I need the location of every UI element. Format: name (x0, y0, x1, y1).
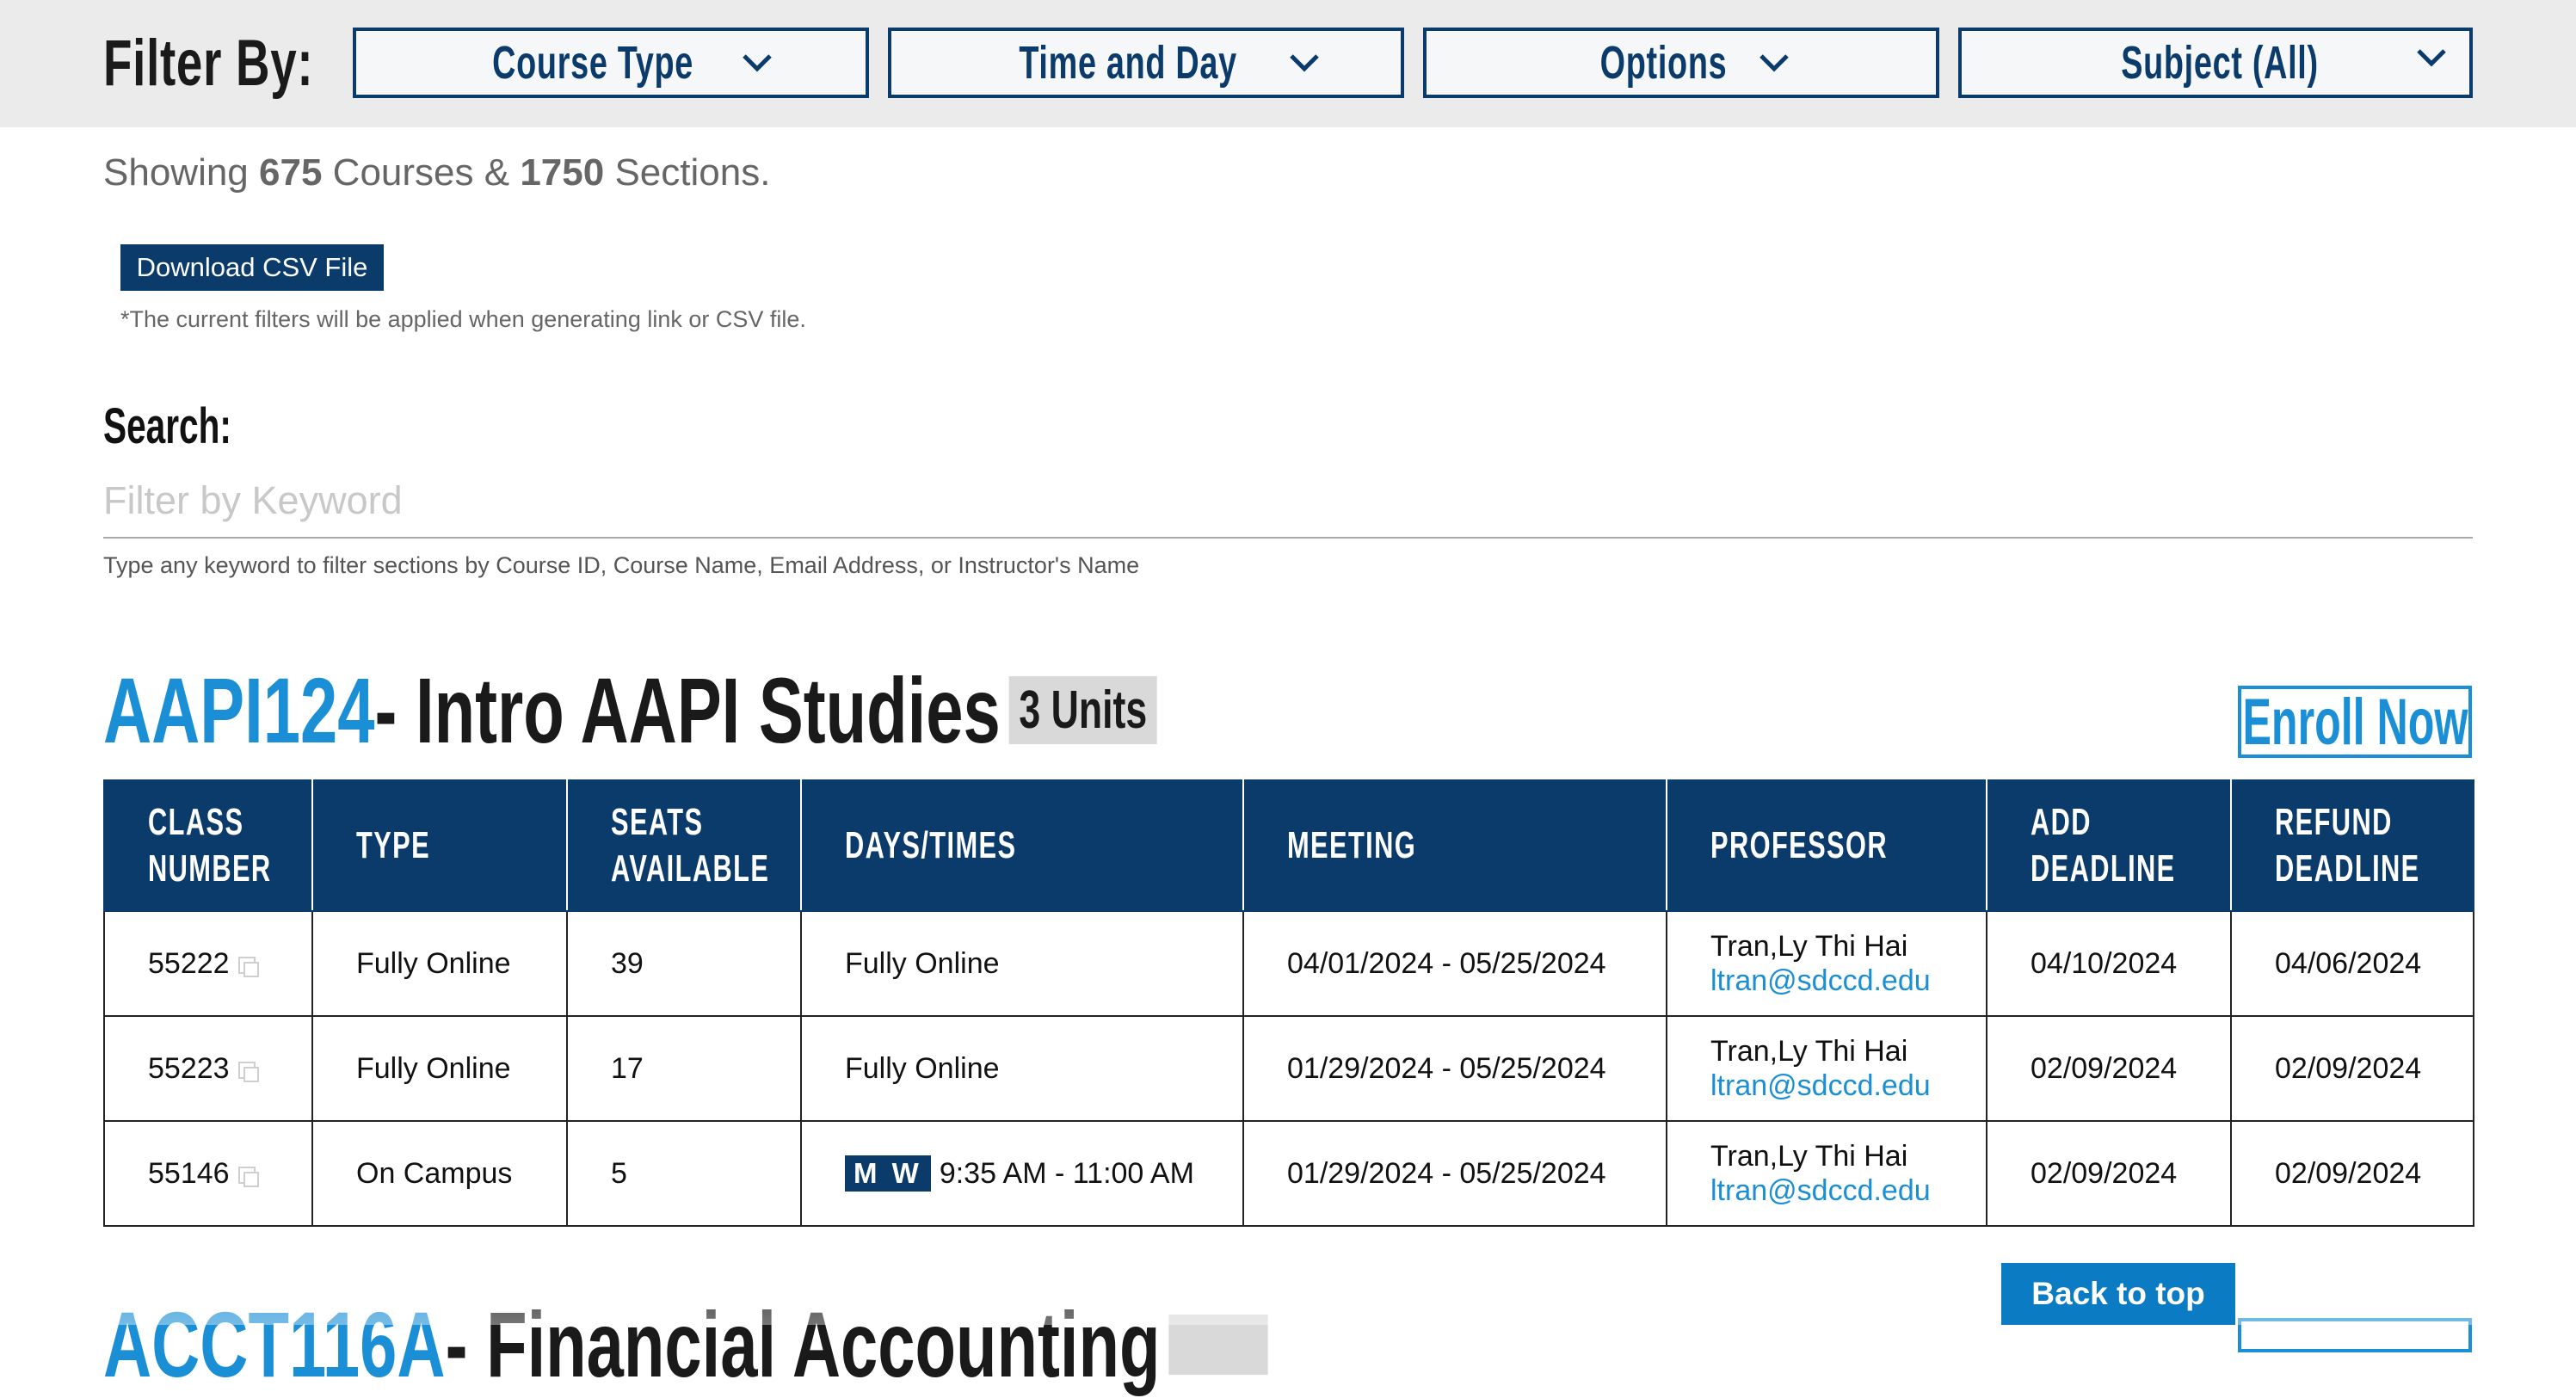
enroll-now-label: Enroll Now (2242, 685, 2468, 759)
time-and-day-dropdown[interactable]: Time and Day (888, 28, 1404, 98)
csv-note: *The current filters will be applied whe… (120, 306, 806, 332)
options-dropdown[interactable]: Options (1423, 28, 1939, 98)
professor-name: Tran,Ly Thi Hai (1710, 1140, 1908, 1173)
time-and-day-label: Time and Day (1019, 37, 1237, 89)
next-units-badge (1168, 1314, 1268, 1375)
type-cell: On Campus (311, 1120, 568, 1227)
professor-cell: Tran,Ly Thi Hai ltran@sdccd.edu (1666, 1015, 1987, 1122)
column-header-add-deadline: ADD DEADLINE (1986, 779, 2232, 912)
download-csv-button[interactable]: Download CSV File (120, 244, 384, 291)
times-text: 9:35 AM - 11:00 AM (939, 1157, 1194, 1190)
chevron-down-icon (1290, 54, 1319, 72)
add-deadline-cell: 02/09/2024 (1986, 1015, 2232, 1122)
seats-cell: 17 (566, 1015, 802, 1122)
chevron-down-icon (1759, 54, 1790, 72)
meeting-cell: 04/01/2024 - 05/25/2024 (1242, 910, 1667, 1017)
days-times-cell: M W 9:35 AM - 11:00 AM (800, 1120, 1244, 1227)
professor-name: Tran,Ly Thi Hai (1710, 1035, 1908, 1068)
professor-cell: Tran,Ly Thi Hai ltran@sdccd.edu (1666, 1120, 1987, 1227)
column-header-seats-available: SEATS AVAILABLE (566, 779, 802, 912)
column-header-refund-deadline: REFUND DEADLINE (2230, 779, 2474, 912)
sections-count: 1750 (520, 151, 605, 194)
refund-deadline-cell: 02/09/2024 (2230, 1120, 2474, 1227)
search-label: Search: (103, 398, 231, 454)
seats-cell: 5 (566, 1120, 802, 1227)
table-row: 55222 Fully Online 39 Fully Online 04/01… (103, 910, 2474, 1017)
copy-icon[interactable] (237, 956, 259, 977)
back-to-top-button[interactable]: Back to top (2001, 1263, 2235, 1325)
course-type-label: Course Type (492, 37, 693, 89)
seats-cell: 39 (566, 910, 802, 1017)
course-heading: AAPI124 - Intro AAPI Studies 3 Units (103, 658, 1567, 762)
column-header-type: TYPE (311, 779, 568, 912)
course-name: - Intro AAPI Studies (374, 657, 1001, 762)
copy-icon[interactable] (237, 1061, 259, 1082)
enroll-now-button[interactable]: Enroll Now (2238, 685, 2472, 759)
refund-deadline-cell: 02/09/2024 (2230, 1015, 2474, 1122)
course-id-link[interactable]: AAPI124 (103, 656, 375, 764)
summary-suffix: Sections. (614, 151, 771, 194)
days-times-cell: Fully Online (800, 910, 1244, 1017)
next-course-id-link[interactable]: ACCT116A (103, 1290, 446, 1398)
summary-prefix: Showing (103, 151, 249, 194)
column-header-professor: PROFESSOR (1666, 779, 1987, 912)
type-cell: Fully Online (311, 910, 568, 1017)
type-cell: Fully Online (311, 1015, 568, 1122)
column-header-meeting: MEETING (1242, 779, 1667, 912)
summary-mid: Courses & (332, 151, 510, 194)
refund-deadline-cell: 04/06/2024 (2230, 910, 2474, 1017)
chevron-down-icon (2417, 49, 2446, 67)
meeting-cell: 01/29/2024 - 05/25/2024 (1242, 1015, 1667, 1122)
table-row: 55146 On Campus 5 M W 9:35 AM - 11:00 AM … (103, 1120, 2474, 1227)
class-number-cell: 55146 (103, 1120, 313, 1227)
next-course-name: - Financial Accounting (445, 1292, 1161, 1396)
subject-label: Subject (All) (2121, 37, 2319, 89)
subject-dropdown[interactable]: Subject (All) (1958, 28, 2473, 98)
professor-name: Tran,Ly Thi Hai (1710, 930, 1908, 963)
results-summary: Showing 675 Courses & 1750 Sections. (103, 151, 770, 194)
professor-email-link[interactable]: ltran@sdccd.edu (1710, 964, 1986, 998)
search-input[interactable] (103, 465, 2473, 539)
filter-by-label: Filter By: (103, 27, 314, 100)
professor-cell: Tran,Ly Thi Hai ltran@sdccd.edu (1666, 910, 1987, 1017)
table-row: 55223 Fully Online 17 Fully Online 01/29… (103, 1015, 2474, 1122)
days-badge: M W (845, 1155, 931, 1192)
next-course-heading: ACCT116A - Financial Accounting (103, 1290, 1721, 1398)
professor-email-link[interactable]: ltran@sdccd.edu (1710, 1173, 1986, 1208)
courses-count: 675 (259, 151, 323, 194)
days-times-cell: Fully Online (800, 1015, 1244, 1122)
column-header-days-times: DAYS/TIMES (800, 779, 1244, 912)
sections-table: CLASS NUMBER TYPE SEATS AVAILABLE DAYS/TIM… (103, 779, 2474, 1227)
copy-icon[interactable] (237, 1166, 259, 1187)
professor-email-link[interactable]: ltran@sdccd.edu (1710, 1069, 1986, 1103)
filter-bar: Filter By: Course Type Time and Day Opti… (0, 0, 2576, 127)
table-header-row: CLASS NUMBER TYPE SEATS AVAILABLE DAYS/TIM… (103, 779, 2474, 912)
next-enroll-now-button[interactable] (2238, 1318, 2472, 1352)
chevron-down-icon (743, 54, 772, 72)
options-label: Options (1599, 37, 1727, 89)
meeting-cell: 01/29/2024 - 05/25/2024 (1242, 1120, 1667, 1227)
column-header-class-number: CLASS NUMBER (103, 779, 313, 912)
units-badge: 3 Units (1008, 675, 1157, 744)
add-deadline-cell: 04/10/2024 (1986, 910, 2232, 1017)
search-help-text: Type any keyword to filter sections by C… (103, 552, 1140, 578)
class-number-cell: 55222 (103, 910, 313, 1017)
course-type-dropdown[interactable]: Course Type (353, 28, 869, 98)
class-number-cell: 55223 (103, 1015, 313, 1122)
add-deadline-cell: 02/09/2024 (1986, 1120, 2232, 1227)
